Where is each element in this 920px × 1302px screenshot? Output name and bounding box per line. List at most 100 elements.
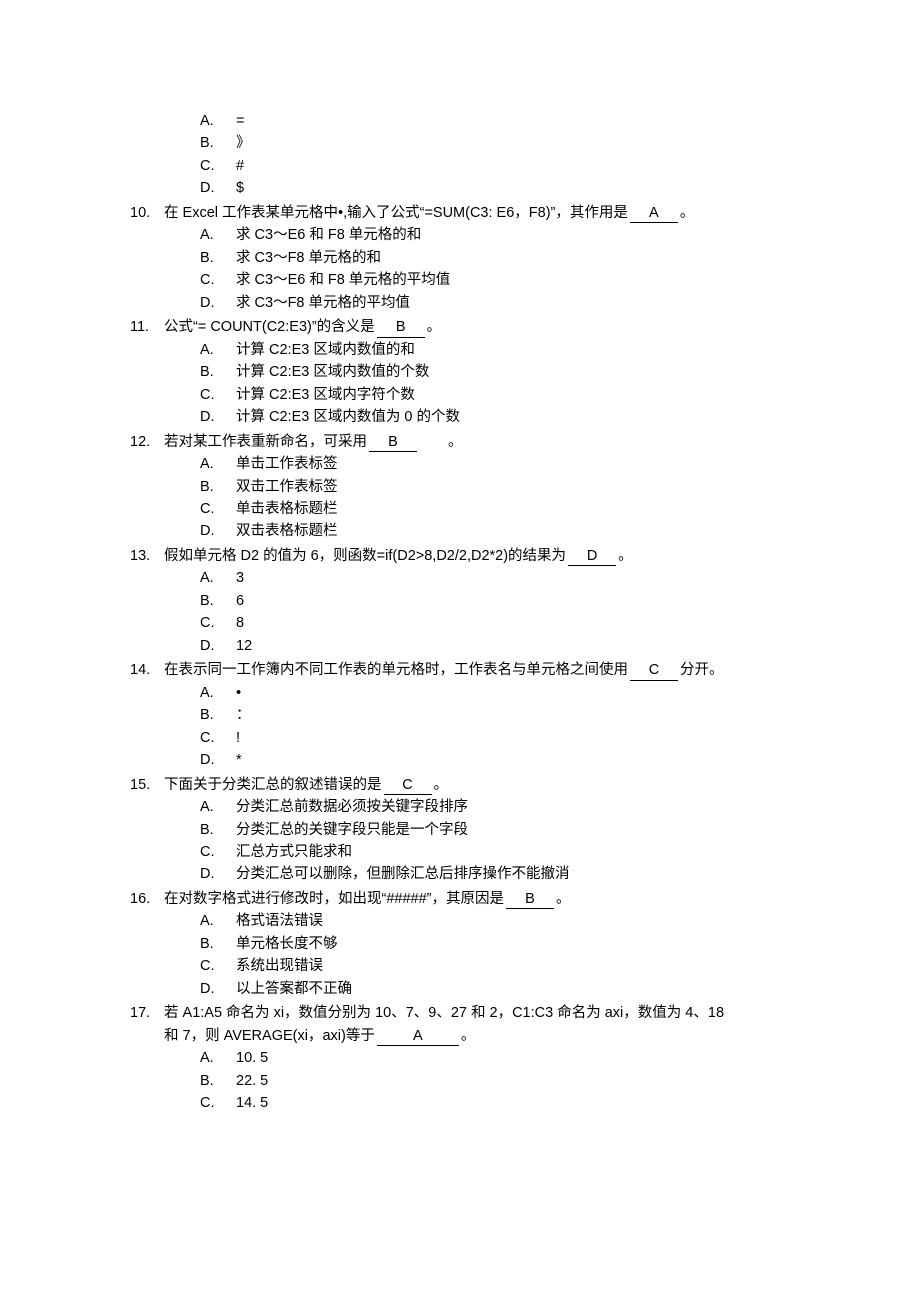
option-row: A.3 — [200, 567, 800, 589]
option-row: C.计算 C2:E3 区域内字符个数 — [200, 384, 800, 406]
question-list: A.=B.》C.#D.$10.在 Excel 工作表某单元格中•,输入了公式“=… — [130, 110, 800, 1115]
option-text: 分类汇总可以删除，但删除汇总后排序操作不能撤消 — [236, 863, 570, 885]
option-text: 分类汇总的关键字段只能是一个字段 — [236, 819, 468, 841]
option-text: 10. 5 — [236, 1047, 268, 1069]
question-text-pre: 在 Excel 工作表某单元格中•,输入了公式“=SUM(C3: E6，F8)”… — [164, 205, 628, 221]
answer-blank: B — [369, 434, 417, 452]
option-letter: A. — [200, 796, 236, 818]
option-letter: A. — [200, 110, 236, 132]
option-text: ! — [236, 727, 240, 749]
option-list: A.=B.》C.#D.$ — [130, 110, 800, 200]
option-list: A.3B.6C.8D.12 — [130, 567, 800, 657]
option-row: D.* — [200, 749, 800, 771]
question-item: 15.下面关于分类汇总的叙述错误的是C。A.分类汇总前数据必须按关键字段排序B.… — [130, 774, 800, 886]
option-list: A.计算 C2:E3 区域内数值的和B.计算 C2:E3 区域内数值的个数C.计… — [130, 339, 800, 429]
option-letter: C. — [200, 727, 236, 749]
option-row: B.分类汇总的关键字段只能是一个字段 — [200, 819, 800, 841]
question-number: 12. — [130, 431, 164, 453]
question-text-wrap: 在对数字格式进行修改时，如出现“#####”，其原因是B。 — [164, 888, 570, 910]
question-text-pre: 在表示同一工作簿内不同工作表的单元格时，工作表名与单元格之间使用 — [164, 662, 628, 678]
option-row: A.求 C3～E6 和 F8 单元格的和 — [200, 224, 800, 246]
option-text: 分类汇总前数据必须按关键字段排序 — [236, 796, 468, 818]
option-text: # — [236, 155, 244, 177]
question-item: 13.假如单元格 D2 的值为 6，则函数=if(D2>8,D2/2,D2*2)… — [130, 545, 800, 657]
option-row: A.10. 5 — [200, 1047, 800, 1069]
option-letter: D. — [200, 635, 236, 657]
option-letter: D. — [200, 749, 236, 771]
option-row: D.$ — [200, 177, 800, 199]
option-letter: C. — [200, 1092, 236, 1114]
orphan-options-block: A.=B.》C.#D.$ — [130, 110, 800, 200]
option-list: A.•B.：C.!D.* — [130, 682, 800, 772]
question-text-pre: 下面关于分类汇总的叙述错误的是 — [164, 777, 382, 793]
option-letter: B. — [200, 476, 236, 498]
answer-blank: B — [506, 891, 554, 909]
question-number: 16. — [130, 888, 164, 910]
option-text: • — [236, 682, 241, 704]
option-row: D.以上答案都不正确 — [200, 978, 800, 1000]
option-list: A.格式语法错误B.单元格长度不够C.系统出现错误D.以上答案都不正确 — [130, 910, 800, 1000]
option-row: C.8 — [200, 612, 800, 634]
option-text: 求 C3～E6 和 F8 单元格的平均值 — [236, 269, 450, 291]
option-text: 8 — [236, 612, 244, 634]
option-list: A.求 C3～E6 和 F8 单元格的和B.求 C3～F8 单元格的和C.求 C… — [130, 224, 800, 314]
option-row: B.6 — [200, 590, 800, 612]
question-text-post: 。 — [419, 434, 463, 450]
option-text: 求 C3～E6 和 F8 单元格的和 — [236, 224, 421, 246]
option-letter: A. — [200, 1047, 236, 1069]
answer-blank: D — [568, 548, 616, 566]
question-text-pre: 公式“= COUNT(C2:E3)”的含义是 — [164, 319, 375, 335]
option-text: 双击工作表标签 — [236, 476, 338, 498]
question-text-post: 。 — [556, 891, 571, 907]
question-text-post: 。 — [461, 1028, 476, 1044]
option-letter: D. — [200, 177, 236, 199]
question-item: 12.若对某工作表重新命名，可采用B 。A.单击工作表标签B.双击工作表标签C.… — [130, 431, 800, 543]
option-row: B.求 C3～F8 单元格的和 — [200, 247, 800, 269]
question-item: 17.若 A1:A5 命名为 xi，数值分别为 10、7、9、27 和 2，C1… — [130, 1002, 800, 1114]
option-letter: A. — [200, 339, 236, 361]
question-text-wrap: 若对某工作表重新命名，可采用B 。 — [164, 431, 463, 453]
option-letter: A. — [200, 453, 236, 475]
option-letter: A. — [200, 910, 236, 932]
option-row: A.= — [200, 110, 800, 132]
option-list: A.分类汇总前数据必须按关键字段排序B.分类汇总的关键字段只能是一个字段C.汇总… — [130, 796, 800, 886]
question-stem: 10.在 Excel 工作表某单元格中•,输入了公式“=SUM(C3: E6，F… — [130, 202, 800, 224]
option-letter: B. — [200, 361, 236, 383]
option-text: 单击表格标题栏 — [236, 498, 338, 520]
answer-blank: C — [630, 662, 678, 680]
option-text: 22. 5 — [236, 1070, 268, 1092]
option-row: B.22. 5 — [200, 1070, 800, 1092]
option-text: 计算 C2:E3 区域内数值的和 — [236, 339, 415, 361]
option-row: C.求 C3～E6 和 F8 单元格的平均值 — [200, 269, 800, 291]
option-letter: A. — [200, 567, 236, 589]
question-item: 16.在对数字格式进行修改时，如出现“#####”，其原因是B。A.格式语法错误… — [130, 888, 800, 1000]
option-letter: C. — [200, 841, 236, 863]
option-row: B.计算 C2:E3 区域内数值的个数 — [200, 361, 800, 383]
option-row: D.双击表格标题栏 — [200, 520, 800, 542]
question-stem: 17.若 A1:A5 命名为 xi，数值分别为 10、7、9、27 和 2，C1… — [130, 1002, 800, 1024]
question-text-wrap: 在 Excel 工作表某单元格中•,输入了公式“=SUM(C3: E6，F8)”… — [164, 202, 694, 224]
option-text: $ — [236, 177, 244, 199]
option-letter: D. — [200, 863, 236, 885]
question-text-wrap: 下面关于分类汇总的叙述错误的是C。 — [164, 774, 448, 796]
option-text: 求 C3～F8 单元格的平均值 — [236, 292, 410, 314]
option-row: A.分类汇总前数据必须按关键字段排序 — [200, 796, 800, 818]
option-text: 计算 C2:E3 区域内数值为 0 的个数 — [236, 406, 460, 428]
option-row: A.• — [200, 682, 800, 704]
option-list: A.单击工作表标签B.双击工作表标签C.单击表格标题栏D.双击表格标题栏 — [130, 453, 800, 543]
question-number: 11. — [130, 316, 164, 338]
option-text: 系统出现错误 — [236, 955, 323, 977]
option-row: B.双击工作表标签 — [200, 476, 800, 498]
question-number: 15. — [130, 774, 164, 796]
option-text: 汇总方式只能求和 — [236, 841, 352, 863]
option-text: 3 — [236, 567, 244, 589]
option-letter: B. — [200, 247, 236, 269]
option-letter: B. — [200, 1070, 236, 1092]
question-text-pre: 假如单元格 D2 的值为 6，则函数=if(D2>8,D2/2,D2*2)的结果… — [164, 548, 566, 564]
question-continuation: 和 7，则 AVERAGE(xi，axi)等于A。 — [130, 1025, 800, 1047]
option-letter: B. — [200, 590, 236, 612]
option-row: A.单击工作表标签 — [200, 453, 800, 475]
question-number: 17. — [130, 1002, 164, 1024]
question-item: 14.在表示同一工作簿内不同工作表的单元格时，工作表名与单元格之间使用C分开。A… — [130, 659, 800, 771]
option-letter: A. — [200, 682, 236, 704]
